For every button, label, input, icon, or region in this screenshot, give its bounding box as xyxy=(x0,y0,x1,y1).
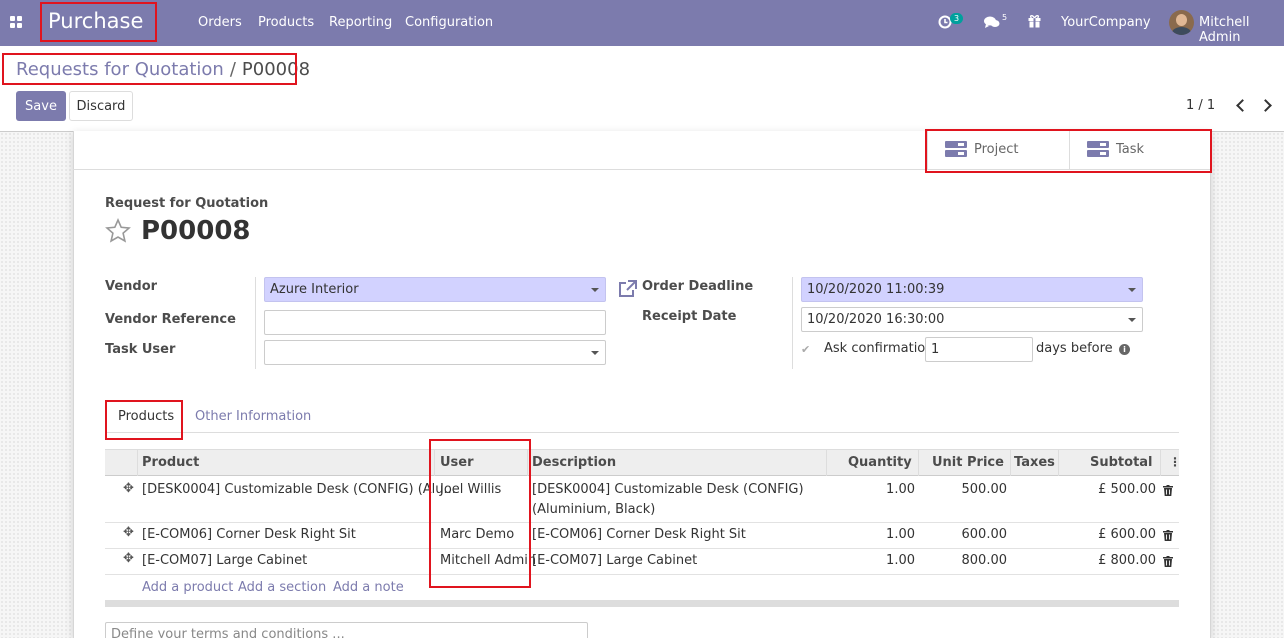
drag-handle-icon[interactable]: ✥ xyxy=(123,481,134,496)
row-unit-price[interactable]: 600.00 xyxy=(917,525,1008,545)
drag-handle-icon[interactable]: ✥ xyxy=(123,525,134,540)
chevron-down-icon xyxy=(591,288,599,292)
apps-menu-icon[interactable] xyxy=(10,16,22,28)
trash-icon[interactable] xyxy=(1163,485,1173,496)
column-subtotal[interactable]: Subtotal xyxy=(1090,455,1153,470)
highlight-user-column xyxy=(429,439,531,588)
user-menu[interactable]: Mitchell Admin xyxy=(1199,15,1284,45)
vendor-select[interactable]: Azure Interior xyxy=(264,277,606,302)
message-count: 5 xyxy=(1002,13,1008,22)
form-subtitle: Request for Quotation xyxy=(105,196,269,211)
column-quantity[interactable]: Quantity xyxy=(848,455,912,470)
row-description[interactable]: [E-COM06] Corner Desk Right Sit xyxy=(532,525,746,545)
row-description[interactable]: [E-COM07] Large Cabinet xyxy=(532,551,697,571)
row-product[interactable]: [E-COM06] Corner Desk Right Sit xyxy=(142,525,356,545)
trash-icon[interactable] xyxy=(1163,530,1173,541)
info-icon[interactable]: i xyxy=(1119,344,1130,355)
discard-button[interactable]: Discard xyxy=(69,91,133,121)
row-quantity[interactable]: 1.00 xyxy=(825,480,915,500)
add-section-link[interactable]: Add a section xyxy=(238,580,326,595)
column-description[interactable]: Description xyxy=(532,455,616,470)
ask-confirmation-label: Ask confirmation xyxy=(824,341,934,356)
highlight-breadcrumb xyxy=(2,53,297,85)
table-header: Product User Description Quantity Unit P… xyxy=(105,449,1181,476)
order-deadline-label: Order Deadline xyxy=(642,279,754,294)
chevron-down-icon xyxy=(1128,288,1136,292)
column-separator xyxy=(1160,450,1161,476)
ask-confirmation-days-input[interactable]: 1 xyxy=(925,337,1033,362)
receipt-date-input[interactable]: 10/20/2020 16:30:00 xyxy=(801,307,1143,332)
drag-handle-icon[interactable]: ✥ xyxy=(123,551,134,566)
add-product-link[interactable]: Add a product xyxy=(142,580,233,595)
vendor-reference-input[interactable] xyxy=(264,310,606,335)
column-separator xyxy=(137,450,138,476)
days-before-label: days before xyxy=(1036,341,1113,356)
user-avatar[interactable] xyxy=(1169,10,1194,35)
chevron-down-icon xyxy=(591,351,599,355)
highlight-brand xyxy=(40,2,157,42)
trash-icon[interactable] xyxy=(1163,556,1173,567)
row-subtotal: £ 500.00 xyxy=(1098,482,1156,497)
messages-icon[interactable] xyxy=(984,15,1000,29)
external-link-icon[interactable] xyxy=(618,280,637,298)
row-product[interactable]: [E-COM07] Large Cabinet xyxy=(142,551,307,571)
vendor-label: Vendor xyxy=(105,279,158,294)
table-row[interactable]: ✥ [E-COM06] Corner Desk Right Sit Marc D… xyxy=(105,523,1179,549)
column-product[interactable]: Product xyxy=(142,455,199,470)
row-description-line-2[interactable]: (Aluminium, Black) xyxy=(532,500,655,520)
table-row[interactable]: ✥ [E-COM07] Large Cabinet Mitchell Admin… xyxy=(105,549,1179,575)
order-deadline-value: 10/20/2020 11:00:39 xyxy=(807,282,945,297)
receipt-date-value: 10/20/2020 16:30:00 xyxy=(807,312,945,327)
vendor-value: Azure Interior xyxy=(270,282,359,297)
column-taxes[interactable]: Taxes xyxy=(1014,455,1055,470)
tab-divider xyxy=(105,432,1179,433)
star-icon[interactable] xyxy=(105,218,131,244)
menu-products[interactable]: Products xyxy=(258,15,314,30)
tab-other-information[interactable]: Other Information xyxy=(195,409,311,424)
highlight-products-tab xyxy=(105,400,183,440)
ask-confirmation-checkbox[interactable]: ✔ xyxy=(801,343,814,356)
save-button[interactable]: Save xyxy=(16,91,66,121)
group-divider xyxy=(792,277,793,369)
table-row[interactable]: ✥ [DESK0004] Customizable Desk (CONFIG) … xyxy=(105,477,1179,523)
row-unit-price[interactable]: 800.00 xyxy=(917,551,1008,571)
company-switcher[interactable]: YourCompany xyxy=(1061,15,1151,30)
top-navbar: Purchase Orders Products Reporting Confi… xyxy=(0,0,1284,46)
task-user-select[interactable] xyxy=(264,340,606,365)
pager-next-icon[interactable] xyxy=(1259,99,1272,112)
pager-value[interactable]: 1 / 1 xyxy=(1186,98,1215,113)
row-subtotal: £ 600.00 xyxy=(1098,527,1156,542)
menu-orders[interactable]: Orders xyxy=(198,15,242,30)
gift-icon[interactable] xyxy=(1028,14,1041,28)
column-separator xyxy=(1058,450,1059,476)
chevron-down-icon xyxy=(1128,318,1136,322)
column-separator xyxy=(918,450,919,476)
menu-configuration[interactable]: Configuration xyxy=(405,15,493,30)
add-note-link[interactable]: Add a note xyxy=(333,580,404,595)
vendor-reference-label: Vendor Reference xyxy=(105,312,236,327)
group-divider xyxy=(255,277,256,369)
row-subtotal: £ 800.00 xyxy=(1098,553,1156,568)
task-user-label: Task User xyxy=(105,342,176,357)
terms-conditions-input[interactable]: Define your terms and conditions ... xyxy=(105,622,588,638)
menu-reporting[interactable]: Reporting xyxy=(329,15,392,30)
receipt-date-label: Receipt Date xyxy=(642,309,737,324)
column-options-icon[interactable]: ⋮ xyxy=(1169,455,1181,469)
pager-prev-icon[interactable] xyxy=(1236,99,1249,112)
row-quantity[interactable]: 1.00 xyxy=(825,525,915,545)
column-unit-price[interactable]: Unit Price xyxy=(932,455,1004,470)
highlight-smart-buttons xyxy=(925,129,1212,173)
table-footer xyxy=(105,600,1179,607)
row-quantity[interactable]: 1.00 xyxy=(825,551,915,571)
column-separator xyxy=(1010,450,1011,476)
order-deadline-input[interactable]: 10/20/2020 11:00:39 xyxy=(801,277,1143,302)
row-description[interactable]: [DESK0004] Customizable Desk (CONFIG) xyxy=(532,480,804,500)
activity-count-badge: 3 xyxy=(950,13,964,24)
column-separator xyxy=(826,450,827,476)
row-product[interactable]: [DESK0004] Customizable Desk (CONFIG) (A… xyxy=(142,480,456,500)
row-unit-price[interactable]: 500.00 xyxy=(917,480,1008,500)
record-title: P00008 xyxy=(141,216,251,246)
